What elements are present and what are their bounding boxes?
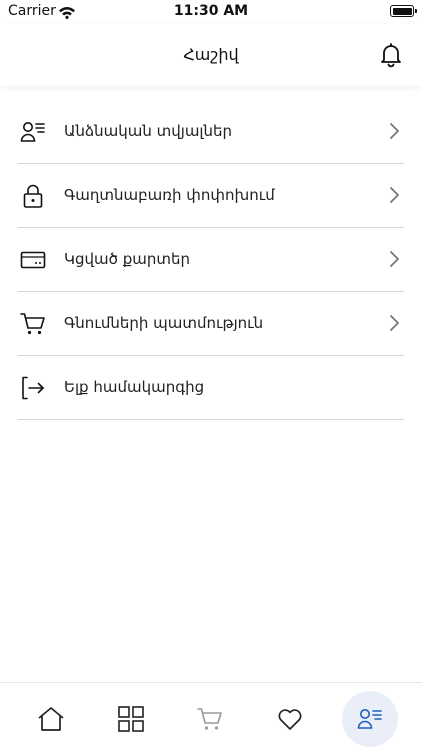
nav-header: Հաշիվ bbox=[0, 24, 422, 86]
chevron-right-icon bbox=[388, 314, 400, 332]
menu-item-label: Կցված քարտեր bbox=[64, 250, 190, 268]
clock-time: 11:30 AM bbox=[173, 3, 249, 19]
account-icon bbox=[357, 709, 382, 729]
menu-item-logout[interactable]: Ելք համակարգից bbox=[18, 356, 404, 420]
status-bar: Carrier 11:30 AM bbox=[0, 0, 422, 24]
page-title: Հաշիվ bbox=[183, 45, 239, 64]
menu-item-label: Գաղտնաբառի փոփոխում bbox=[64, 186, 275, 204]
card-icon bbox=[20, 247, 46, 273]
menu-item-label: Գնումների պատմություն bbox=[64, 314, 264, 332]
chevron-right-icon bbox=[388, 186, 400, 204]
bell-icon[interactable] bbox=[376, 40, 406, 70]
menu-item-linked-cards[interactable]: Կցված քարտեր bbox=[18, 228, 404, 292]
cart-icon bbox=[20, 311, 46, 337]
bottom-tab-bar bbox=[0, 682, 422, 751]
tab-catalog[interactable] bbox=[103, 691, 159, 747]
tab-home[interactable] bbox=[23, 691, 79, 747]
tab-cart[interactable] bbox=[183, 691, 239, 747]
account-menu: Անձնական տվյալներ Գաղտնաբառի փոփոխում Կց… bbox=[18, 100, 404, 420]
tab-favorites[interactable] bbox=[262, 691, 318, 747]
lock-icon bbox=[20, 183, 46, 209]
tab-account[interactable] bbox=[342, 691, 398, 747]
menu-item-label: Անձնական տվյալներ bbox=[64, 122, 233, 140]
home-icon bbox=[38, 707, 64, 731]
menu-item-label: Ելք համակարգից bbox=[64, 378, 205, 396]
menu-item-personal-data[interactable]: Անձնական տվյալներ bbox=[18, 100, 404, 164]
user-list-icon bbox=[20, 119, 46, 145]
menu-item-purchase-history[interactable]: Գնումների պատմություն bbox=[18, 292, 404, 356]
cart-icon bbox=[197, 708, 222, 730]
chevron-right-icon bbox=[388, 250, 400, 268]
battery-icon bbox=[390, 5, 417, 17]
grid-icon bbox=[118, 706, 144, 732]
heart-icon bbox=[278, 709, 302, 730]
logout-icon bbox=[20, 375, 46, 401]
chevron-right-icon bbox=[388, 122, 400, 140]
menu-item-change-password[interactable]: Գաղտնաբառի փոփոխում bbox=[18, 164, 404, 228]
